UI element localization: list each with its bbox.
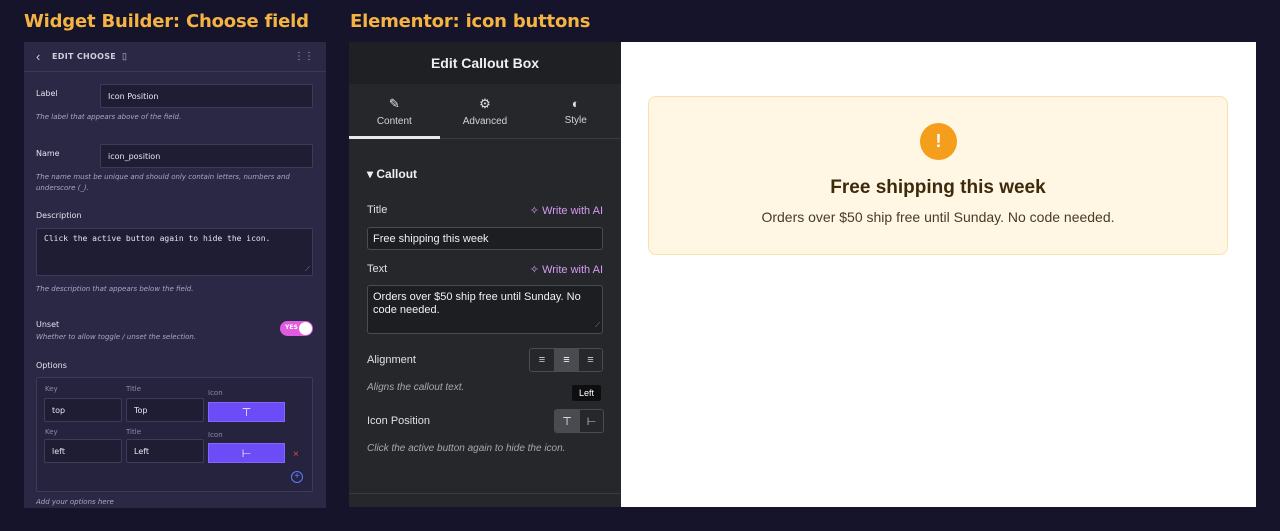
tab-advanced[interactable]: ⚙ Advanced — [440, 84, 531, 138]
callout-section-toggle[interactable]: ▾ Callout — [367, 167, 417, 181]
option-title-input[interactable]: Left — [126, 439, 204, 463]
write-with-ai-button[interactable]: ✧ Write with AI — [530, 263, 603, 276]
options-label: Options — [36, 361, 67, 370]
pencil-icon: ✎ — [388, 95, 400, 111]
resize-handle-icon[interactable]: ⟋ — [305, 265, 310, 274]
align-center-icon[interactable]: ≡ — [554, 349, 578, 371]
icon-position-label: Icon Position — [367, 415, 430, 427]
editor-tabs: ✎ Content ⚙ Advanced ◐ Style — [349, 84, 621, 139]
unset-hint: Whether to allow toggle / unset the sele… — [36, 333, 197, 341]
add-option-icon[interactable]: + — [291, 471, 303, 483]
grid-menu-icon[interactable]: ⋮⋮ — [294, 51, 314, 62]
align-left-icon[interactable]: ≡ — [530, 349, 554, 371]
option-key-input[interactable]: top — [44, 398, 122, 422]
name-input[interactable]: icon_position — [100, 144, 313, 168]
alignment-button-group: ≡ ≡ ≡ — [529, 348, 603, 372]
description-hint: The description that appears below the f… — [36, 285, 194, 293]
tab-label: Advanced — [462, 115, 508, 127]
panel-title: Edit Callout Box — [349, 42, 621, 84]
alignment-hint: Aligns the callout text. — [367, 382, 465, 393]
section-title: Callout — [376, 167, 418, 181]
col-icon-label: Icon — [208, 431, 223, 439]
description-field-label: Description — [36, 211, 82, 220]
option-icon-picker[interactable]: ⊤ — [208, 402, 285, 422]
elementor-editor-panel: Edit Callout Box ✎ Content ⚙ Advanced ◐ … — [349, 42, 621, 507]
toggle-knob — [299, 322, 312, 335]
icon-position-button-group: ⊤ ⊢ — [554, 409, 604, 433]
elementor-heading: Elementor: icon buttons — [350, 11, 591, 32]
preview-canvas: ! Free shipping this week Orders over $5… — [621, 42, 1256, 507]
exclamation-icon: ! — [920, 123, 957, 160]
name-hint: The name must be unique and should only … — [36, 173, 290, 192]
label-hint: The label that appears above of the fiel… — [36, 113, 182, 121]
col-icon-label: Icon — [208, 389, 223, 397]
col-key-label: Key — [45, 428, 58, 436]
edit-choose-title: EDIT CHOOSE — [52, 52, 117, 61]
options-hint: Add your options here — [36, 498, 114, 506]
widget-builder-panel: ‹ EDIT CHOOSE ▯ ⋮⋮ Label Icon Position T… — [24, 42, 326, 508]
title-field-label: Title — [367, 204, 388, 216]
title-input[interactable]: Free shipping this week — [367, 227, 603, 250]
options-repeater: Key Title Icon top Top ⊤ Key Title Icon … — [36, 377, 313, 492]
panel-footer-divider — [349, 493, 621, 494]
write-with-ai-button[interactable]: ✧ Write with AI — [530, 204, 603, 217]
icon-position-hint: Click the active button again to hide th… — [367, 443, 566, 454]
description-textarea[interactable]: Click the active button again to hide th… — [36, 228, 313, 276]
name-field-label: Name — [36, 149, 60, 158]
text-value: Orders over $50 ship free until Sunday. … — [373, 291, 581, 316]
tab-label: Style — [564, 115, 587, 126]
caret-down-icon: ▾ — [367, 167, 374, 181]
remove-option-icon[interactable]: × — [293, 449, 299, 460]
label-input[interactable]: Icon Position — [100, 84, 313, 108]
tab-content[interactable]: ✎ Content — [349, 84, 440, 139]
align-right-icon[interactable]: ≡ — [578, 349, 602, 371]
unset-toggle[interactable]: YES — [280, 321, 313, 336]
tab-label: Content — [376, 115, 412, 127]
docs-book-icon[interactable]: ▯ — [122, 51, 127, 62]
gear-icon: ⚙ — [479, 95, 491, 111]
option-title-input[interactable]: Top — [126, 398, 204, 422]
callout-box[interactable]: ! Free shipping this week Orders over $5… — [648, 96, 1228, 255]
description-text: Click the active button again to hide th… — [44, 234, 271, 243]
text-field-label: Text — [367, 263, 388, 275]
callout-title: Free shipping this week — [830, 177, 1046, 198]
widget-builder-header: ‹ EDIT CHOOSE ▯ ⋮⋮ — [24, 42, 326, 72]
alignment-label: Alignment — [367, 354, 416, 366]
label-field-label: Label — [36, 89, 58, 98]
callout-text: Orders over $50 ship free until Sunday. … — [761, 209, 1115, 225]
icon-left-icon[interactable]: ⊢ — [579, 410, 603, 432]
widget-builder-heading: Widget Builder: Choose field — [24, 11, 309, 32]
text-textarea[interactable]: Orders over $50 ship free until Sunday. … — [367, 285, 603, 334]
unset-field-label: Unset — [36, 320, 60, 329]
tab-style[interactable]: ◐ Style — [530, 84, 621, 138]
col-key-label: Key — [45, 385, 58, 393]
toggle-text: YES — [285, 324, 298, 331]
contrast-icon: ◐ — [571, 96, 580, 111]
icon-top-icon[interactable]: ⊤ — [555, 410, 579, 432]
tooltip: Left — [572, 385, 602, 401]
option-icon-picker[interactable]: ⊢ — [208, 443, 285, 463]
back-chevron-icon[interactable]: ‹ — [36, 49, 50, 64]
resize-handle-icon[interactable]: ⟋ — [595, 319, 600, 332]
option-key-input[interactable]: left — [44, 439, 122, 463]
col-title-label: Title — [126, 428, 142, 436]
col-title-label: Title — [126, 385, 142, 393]
